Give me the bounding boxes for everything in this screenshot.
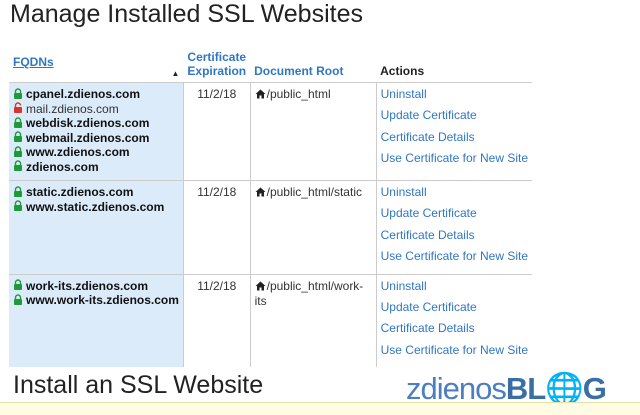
home-icon [255, 88, 266, 102]
lock-icon [13, 116, 23, 132]
fqdn-text: www.zdienos.com [26, 145, 130, 159]
expiration-sort-link[interactable]: Certificate Expiration [187, 50, 246, 78]
install-form-panel [0, 402, 640, 415]
update-certificate-link[interactable]: Update Certificate [381, 105, 528, 126]
table-header-row: FQDNs ▲ Certificate Expiration Document R… [9, 48, 532, 83]
lock-icon [13, 293, 23, 309]
lock-icon [13, 87, 23, 103]
page-title: Manage Installed SSL Websites [10, 0, 363, 28]
lock-icon [13, 200, 23, 215]
fqdns-cell: work-its.zdienos.com www.work-its.zdienos… [9, 273, 184, 368]
actions-cell: Uninstall Update Certificate Certificate D… [376, 180, 532, 275]
fqdn-text: www.work-its.zdienos.com [26, 293, 179, 308]
expiration-cell: 11/2/18 [183, 82, 251, 181]
docroot-header[interactable]: Document Root [250, 48, 376, 83]
uninstall-link[interactable]: Uninstall [381, 84, 528, 105]
fqdn-item: mail.zdienos.com [13, 102, 179, 117]
use-certificate-new-site-link[interactable]: Use Certificate for New Site [381, 148, 528, 169]
fqdn-text: cpanel.zdienos.com [26, 87, 141, 101]
fqdn-item: webdisk.zdienos.com [13, 116, 179, 131]
fqdn-text: mail.zdienos.com [26, 101, 119, 116]
home-icon [255, 186, 266, 200]
home-icon [255, 280, 266, 294]
table-row: static.zdienos.com www.static.zdienos.com… [9, 180, 532, 275]
expiration-cell: 11/2/18 [183, 273, 251, 368]
install-section-title: Install an SSL Website [13, 371, 264, 399]
fqdn-text: www.static.zdienos.com [26, 199, 165, 214]
expiration-header[interactable]: Certificate Expiration [183, 48, 250, 83]
actions-header: Actions [380, 64, 425, 78]
fqdns-cell: static.zdienos.com www.static.zdienos.com [9, 180, 184, 275]
fqdn-text: webmail.zdienos.com [26, 130, 150, 145]
fqdn-text: zdienos.com [26, 159, 99, 174]
certificate-details-link[interactable]: Certificate Details [381, 318, 528, 339]
certificate-details-link[interactable]: Certificate Details [381, 127, 528, 148]
ssl-websites-table: FQDNs ▲ Certificate Expiration Document R… [9, 48, 532, 368]
lock-icon [13, 279, 23, 294]
use-certificate-new-site-link[interactable]: Use Certificate for New Site [381, 246, 528, 267]
fqdn-text: static.zdienos.com [26, 185, 134, 199]
fqdn-item: www.zdienos.com [13, 145, 179, 160]
fqdn-item: www.static.zdienos.com [13, 200, 179, 215]
update-certificate-link[interactable]: Update Certificate [381, 203, 528, 224]
actions-cell: Uninstall Update Certificate Certificate D… [376, 273, 532, 368]
unlocked-icon [13, 102, 23, 117]
update-certificate-link[interactable]: Update Certificate [381, 297, 528, 318]
certificate-details-link[interactable]: Certificate Details [381, 225, 528, 246]
docroot-cell: /public_html/work-its [250, 273, 377, 368]
lock-icon [13, 145, 23, 161]
uninstall-link[interactable]: Uninstall [381, 276, 528, 297]
table-row: work-its.zdienos.com www.work-its.zdienos… [9, 273, 532, 368]
table-row: cpanel.zdienos.com mail.zdienos.com webdis… [9, 82, 532, 181]
globe-icon: 🌐 [545, 371, 584, 406]
fqdn-text: work-its.zdienos.com [26, 278, 149, 293]
sort-ascending-icon: ▲ [171, 69, 180, 78]
fqdns-sort-link[interactable]: FQDNs [13, 55, 54, 69]
fqdn-item: work-its.zdienos.com [13, 279, 179, 294]
fqdns-header[interactable]: FQDNs ▲ [9, 48, 183, 83]
docroot-cell: /public_html/static [250, 180, 377, 275]
use-certificate-new-site-link[interactable]: Use Certificate for New Site [381, 340, 528, 361]
fqdn-item: www.work-its.zdienos.com [13, 293, 179, 308]
fqdn-item: static.zdienos.com [13, 185, 179, 200]
docroot-sort-link[interactable]: Document Root [254, 64, 343, 78]
fqdn-item: zdienos.com [13, 160, 179, 175]
docroot-text: /public_html [266, 87, 331, 101]
fqdn-item: webmail.zdienos.com [13, 131, 179, 146]
fqdn-text: webdisk.zdienos.com [26, 116, 150, 130]
actions-cell: Uninstall Update Certificate Certificate D… [376, 82, 532, 181]
lock-icon [13, 185, 23, 201]
fqdn-item: cpanel.zdienos.com [13, 87, 179, 102]
docroot-text: /public_html/static [266, 185, 362, 199]
fqdns-cell: cpanel.zdienos.com mail.zdienos.com webdis… [9, 82, 184, 181]
lock-icon [13, 131, 23, 146]
docroot-text: /public_html/work-its [254, 278, 364, 308]
expiration-cell: 11/2/18 [183, 180, 251, 275]
uninstall-link[interactable]: Uninstall [381, 182, 528, 203]
lock-icon [13, 160, 23, 175]
docroot-cell: /public_html [250, 82, 377, 181]
